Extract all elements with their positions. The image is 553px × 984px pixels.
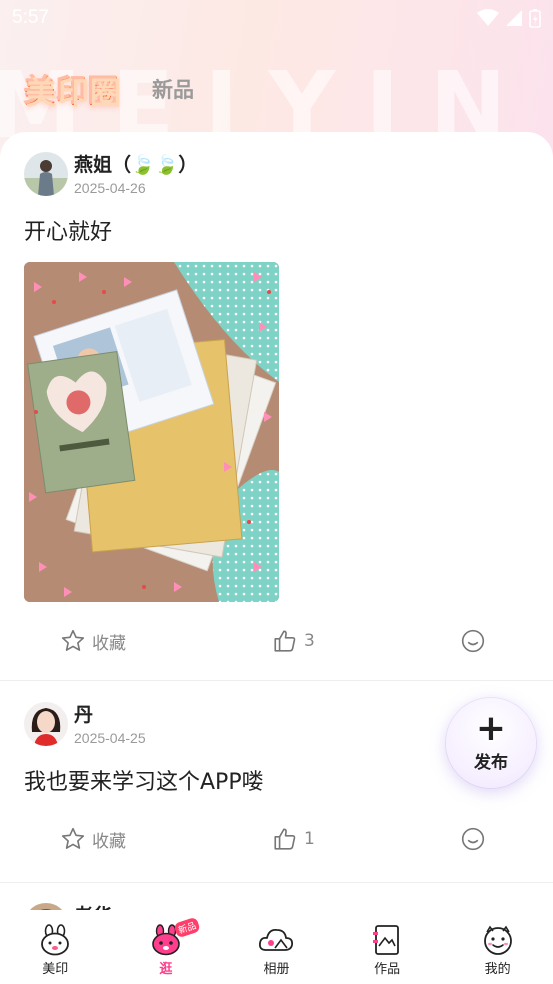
favorite-label: 收藏 bbox=[92, 633, 126, 654]
star-icon bbox=[61, 629, 85, 651]
nav-item-works[interactable]: 作品 bbox=[332, 924, 442, 977]
post-card: 燕姐（🍃🍃） 2025-04-26 开心就好 收藏 3 bbox=[0, 132, 553, 681]
like-button[interactable]: 1 bbox=[272, 826, 315, 852]
avatar[interactable] bbox=[24, 903, 68, 910]
comment-smile-icon bbox=[461, 629, 485, 653]
comment-smile-icon bbox=[461, 827, 485, 851]
nav-label: 作品 bbox=[374, 962, 401, 977]
smile-face-icon bbox=[483, 925, 512, 955]
nav-item-album[interactable]: 相册 bbox=[221, 924, 331, 977]
feed-list[interactable]: 燕姐（🍃🍃） 2025-04-26 开心就好 收藏 3 丹 2025-04-25… bbox=[0, 132, 553, 910]
battery-icon bbox=[529, 9, 541, 28]
header-tabs: 美印圈 新品 bbox=[22, 62, 194, 115]
signal-icon bbox=[506, 10, 522, 26]
favorite-button[interactable]: 收藏 bbox=[60, 628, 126, 654]
avatar[interactable] bbox=[24, 152, 68, 196]
status-icons bbox=[477, 8, 541, 28]
image-frame-icon bbox=[373, 925, 399, 955]
star-icon bbox=[61, 827, 85, 849]
user-name[interactable]: 丹 bbox=[74, 702, 146, 728]
nav-item-meiyin[interactable]: 美印 bbox=[0, 924, 110, 977]
nav-item-mine[interactable]: 我的 bbox=[443, 924, 553, 977]
post-card: 老华 bbox=[0, 883, 553, 910]
plus-icon: + bbox=[475, 707, 507, 749]
post-date: 2025-04-25 bbox=[74, 730, 146, 746]
new-badge: 新品 bbox=[173, 916, 201, 939]
bunny-face-icon bbox=[41, 924, 70, 956]
bottom-nav: 美印 新品 逛 相册 作品 我的 bbox=[0, 910, 553, 984]
favorite-label: 收藏 bbox=[92, 831, 126, 852]
user-name[interactable]: 燕姐（🍃🍃） bbox=[74, 152, 197, 178]
post-header: 燕姐（🍃🍃） 2025-04-26 bbox=[24, 152, 529, 196]
tab-meiyinquan-logo[interactable]: 美印圈 bbox=[22, 62, 122, 115]
post-text: 开心就好 bbox=[24, 220, 113, 245]
publish-button[interactable]: + 发布 bbox=[446, 698, 536, 788]
nav-label: 美印 bbox=[42, 962, 69, 977]
tab-new-products[interactable]: 新品 bbox=[152, 74, 194, 104]
nav-label: 逛 bbox=[159, 962, 173, 977]
status-bar: 5:57 bbox=[0, 0, 553, 36]
avatar[interactable] bbox=[24, 702, 68, 746]
cloud-photo-icon bbox=[259, 929, 294, 951]
thumbs-up-icon bbox=[274, 828, 296, 850]
nav-label: 我的 bbox=[484, 962, 511, 977]
wifi-icon bbox=[477, 9, 499, 26]
post-actions: 收藏 1 bbox=[24, 796, 529, 882]
thumbs-up-icon bbox=[274, 630, 296, 652]
like-button[interactable]: 3 bbox=[272, 628, 315, 654]
comment-button[interactable] bbox=[460, 826, 486, 852]
favorite-button[interactable]: 收藏 bbox=[60, 826, 126, 852]
nav-item-browse[interactable]: 新品 逛 bbox=[111, 916, 221, 977]
user-name[interactable]: 老华 bbox=[74, 903, 112, 910]
nav-label: 相册 bbox=[263, 962, 290, 977]
status-time: 5:57 bbox=[12, 7, 49, 28]
like-count: 3 bbox=[304, 631, 315, 651]
post-actions: 收藏 3 bbox=[24, 602, 529, 680]
post-header: 老华 bbox=[24, 903, 529, 910]
like-count: 1 bbox=[304, 829, 315, 849]
publish-label: 发布 bbox=[474, 752, 508, 773]
post-photo[interactable] bbox=[24, 262, 279, 602]
comment-button[interactable] bbox=[460, 628, 486, 654]
post-date: 2025-04-26 bbox=[74, 180, 146, 196]
